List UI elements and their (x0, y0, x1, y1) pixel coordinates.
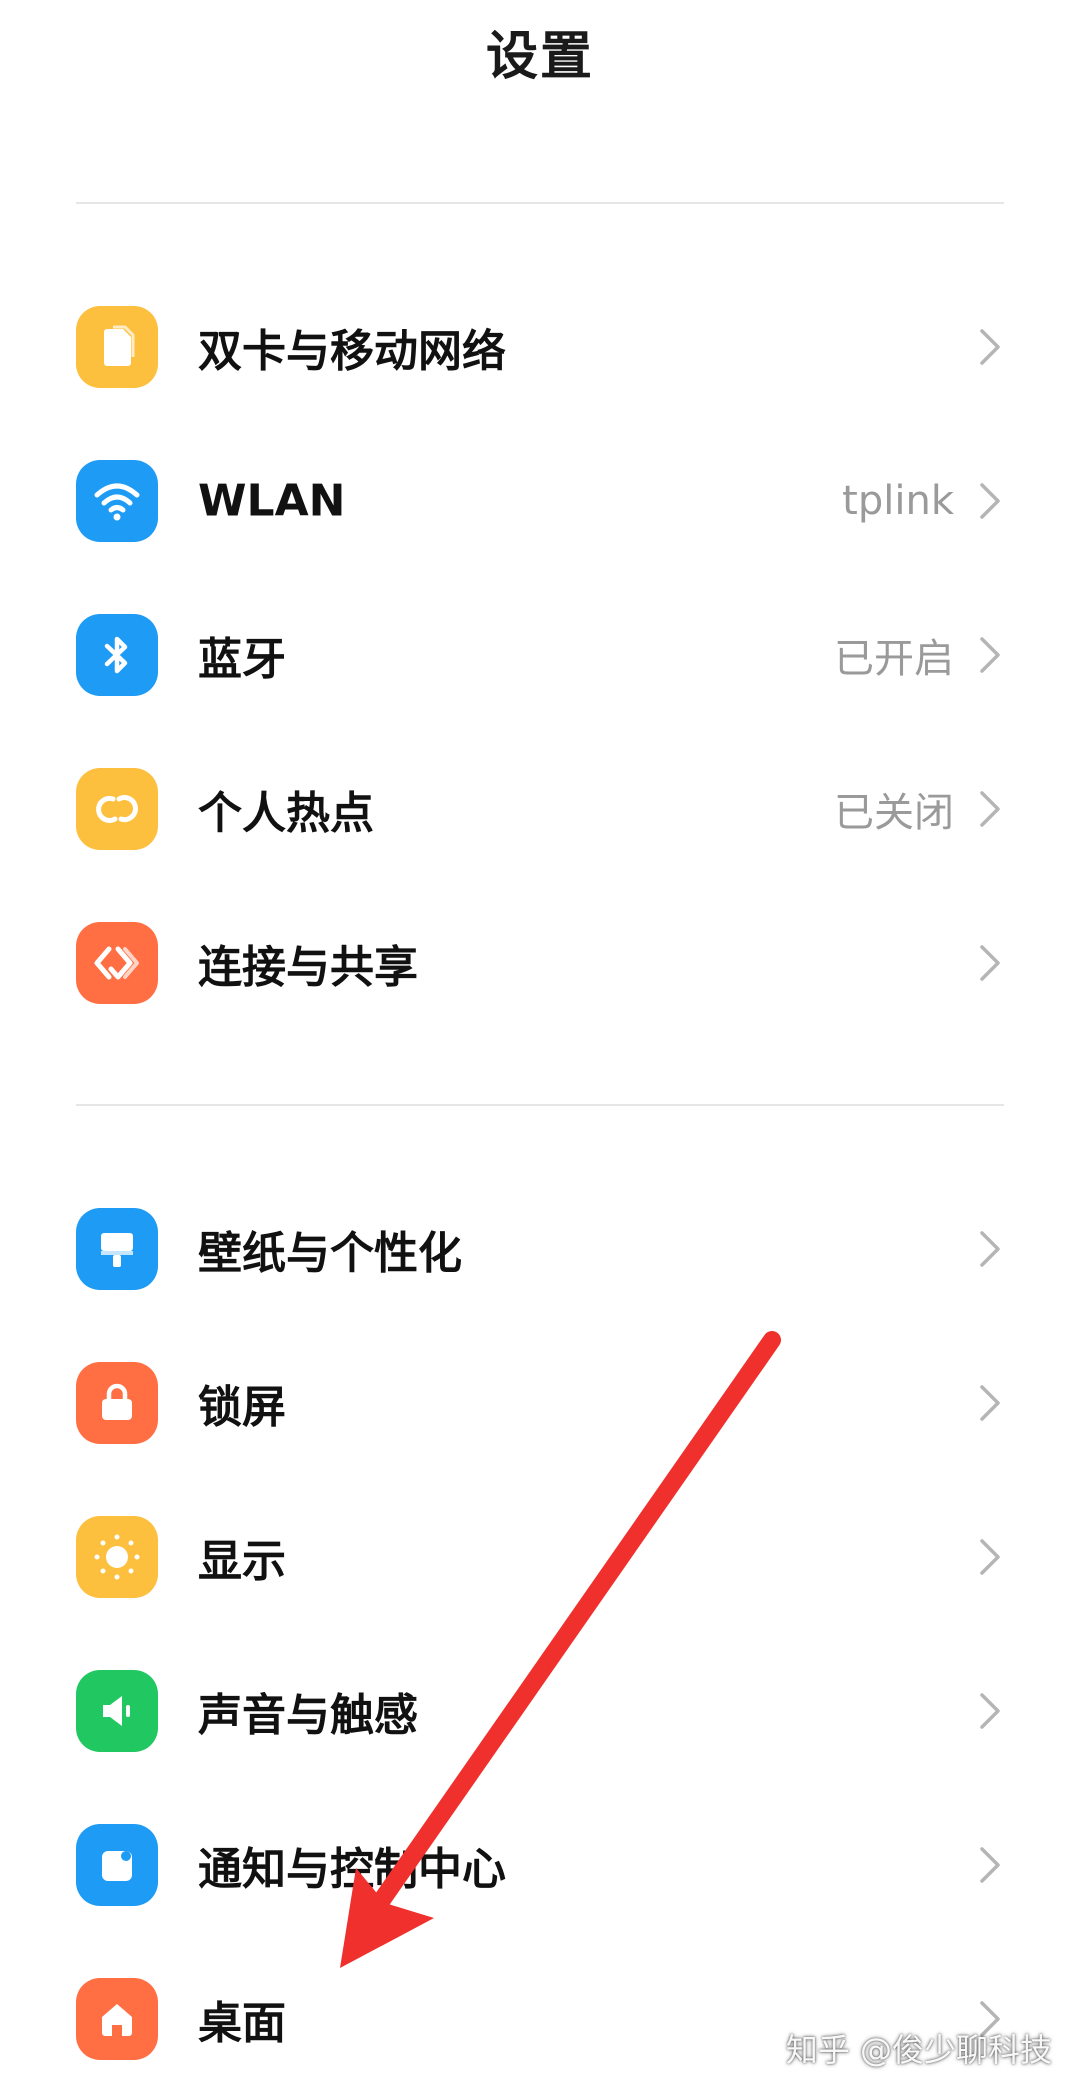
setting-item-label: 蓝牙 (198, 634, 286, 685)
setting-item-wlan[interactable]: WLAN tplink (0, 424, 1080, 578)
divider-middle (76, 1104, 1004, 1106)
setting-item-label: 个人热点 (198, 788, 374, 839)
setting-item-sound[interactable]: 声音与触感 (0, 1634, 1080, 1788)
chevron-right-icon (980, 1539, 1000, 1575)
hotspot-icon (76, 768, 158, 850)
divider-top (76, 202, 1004, 204)
setting-item-bluetooth[interactable]: 蓝牙 已开启 (0, 578, 1080, 732)
setting-item-label: 声音与触感 (198, 1690, 418, 1741)
chevron-right-icon (980, 329, 1000, 365)
setting-item-label: 通知与控制中心 (198, 1844, 506, 1895)
wallpaper-brush-icon (76, 1208, 158, 1290)
chevron-right-icon (980, 1385, 1000, 1421)
setting-item-wallpaper[interactable]: 壁纸与个性化 (0, 1172, 1080, 1326)
setting-item-home-screen[interactable]: 桌面 (0, 1942, 1080, 2096)
setting-item-label: 显示 (198, 1536, 286, 1587)
wifi-icon (76, 460, 158, 542)
chevron-right-icon (980, 1231, 1000, 1267)
sim-card-icon (76, 306, 158, 388)
connection-share-icon (76, 922, 158, 1004)
setting-item-label: 双卡与移动网络 (198, 326, 506, 377)
chevron-right-icon (980, 637, 1000, 673)
chevron-right-icon (980, 1847, 1000, 1883)
setting-item-label: 桌面 (198, 1998, 286, 2049)
home-icon (76, 1978, 158, 2060)
setting-item-display[interactable]: 显示 (0, 1480, 1080, 1634)
chevron-right-icon (980, 945, 1000, 981)
bluetooth-icon (76, 614, 158, 696)
speaker-icon (76, 1670, 158, 1752)
chevron-right-icon (980, 483, 1000, 519)
setting-item-dual-sim[interactable]: 双卡与移动网络 (0, 270, 1080, 424)
watermark: 知乎 @俊少聊科技 (785, 2031, 1052, 2069)
setting-item-lock-screen[interactable]: 锁屏 (0, 1326, 1080, 1480)
setting-item-hotspot[interactable]: 个人热点 已关闭 (0, 732, 1080, 886)
page-title: 设置 (485, 27, 594, 87)
setting-item-value: tplink (842, 478, 954, 524)
chevron-right-icon (980, 791, 1000, 827)
chevron-right-icon (980, 1693, 1000, 1729)
sun-icon (76, 1516, 158, 1598)
setting-item-connection-share[interactable]: 连接与共享 (0, 886, 1080, 1040)
setting-item-label: 连接与共享 (198, 942, 418, 993)
setting-item-value: 已开启 (834, 636, 954, 682)
setting-item-value: 已关闭 (834, 790, 954, 836)
settings-group-personalization: 壁纸与个性化 锁屏 显示 声音与触感 通知与控制中心 桌面 (0, 1172, 1080, 2096)
setting-item-label: 壁纸与个性化 (198, 1228, 462, 1279)
setting-item-label: WLAN (198, 475, 346, 527)
settings-group-network: 双卡与移动网络 WLAN tplink 蓝牙 已开启 个人热点 已关闭 连接与共… (0, 270, 1080, 1040)
setting-item-notifications[interactable]: 通知与控制中心 (0, 1788, 1080, 1942)
setting-item-label: 锁屏 (198, 1382, 286, 1433)
lock-icon (76, 1362, 158, 1444)
notification-icon (76, 1824, 158, 1906)
